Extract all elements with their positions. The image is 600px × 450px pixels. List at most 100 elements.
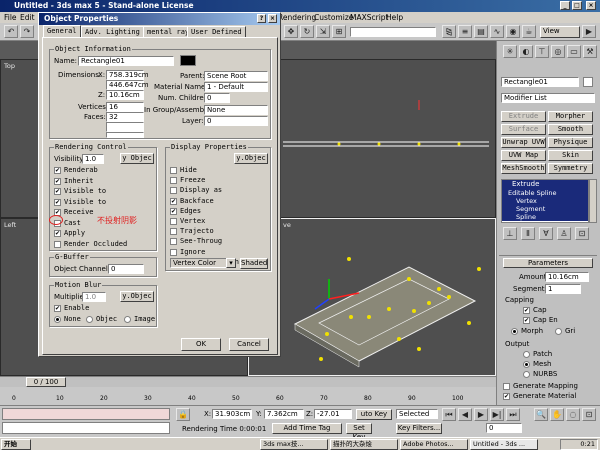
play-icon[interactable]: ▶ [474,408,488,421]
blur-none-radio[interactable] [54,316,61,323]
stack-item-vertex[interactable]: Vertex [502,197,588,205]
stack-item-spline[interactable]: Spline [502,213,588,221]
modifier-stack[interactable]: Extrude Editable Spline Vertex Segment S… [501,179,589,223]
morpher-button[interactable]: Morpher [548,111,593,122]
physique-button[interactable]: Physique [548,137,593,148]
grid-radio[interactable] [555,328,562,335]
object-color-swatch[interactable] [583,77,593,87]
goto-start-icon[interactable]: ⏮ [442,408,456,421]
current-frame-field[interactable]: 0 [486,423,522,433]
vertex-color-dropdown[interactable]: Vertex Color [170,258,232,268]
utilities-tab-icon[interactable]: ⚒ [583,45,597,58]
display-option-checkbox[interactable] [170,248,177,256]
create-tab-icon[interactable]: ✳ [503,45,517,58]
cap-start-checkbox[interactable]: ✔ [523,307,530,314]
hierarchy-tab-icon[interactable]: ⊤ [535,45,549,58]
display-by-object-button[interactable]: y.Objec [234,153,268,164]
unwrap-uvw-button[interactable]: Unwrap UVW [501,137,546,148]
blur-object-radio[interactable] [86,316,93,323]
select-scale-icon[interactable]: ⇲ [316,25,330,38]
coordinate-icon[interactable]: ⊞ [332,25,346,38]
skin-button[interactable]: Skin [548,150,593,161]
track-bar[interactable]: 0 10 20 30 40 50 60 70 80 90 100 [0,387,496,405]
render-icon[interactable]: ☕ [522,25,536,38]
object-color-swatch-dialog[interactable] [180,55,196,66]
multiplier-field[interactable]: 1.0 [82,292,106,302]
amount-field[interactable]: 10.16cm [545,272,589,282]
curve-editor-icon[interactable]: ∿ [490,25,504,38]
segments-field[interactable]: 1 [545,284,581,294]
dialog-close-icon[interactable]: × [268,14,277,23]
auto-key-button[interactable]: uto Key [356,409,392,420]
cancel-button[interactable]: Cancel [229,338,269,351]
close-button[interactable]: × [586,1,596,10]
generate-material-checkbox[interactable]: ✔ [503,393,510,400]
remove-modifier-icon[interactable]: ♙ [557,227,571,240]
display-option-checkbox[interactable] [170,228,177,236]
render-option-checkbox[interactable]: ✔ [54,230,61,237]
orbit-icon[interactable]: ◌ [566,408,580,421]
morph-radio[interactable] [511,328,518,335]
display-option-checkbox[interactable] [170,167,177,174]
render-option-checkbox[interactable]: ✔ [54,198,61,206]
cap-end-checkbox[interactable]: ✔ [523,317,530,324]
surface-button[interactable]: Surface [501,124,546,135]
time-slider-thumb[interactable]: 0 / 100 [26,377,66,387]
blur-image-radio[interactable] [124,316,131,323]
shaded-button[interactable]: Shaded [240,258,268,269]
tab-adv-lighting[interactable]: Adv. Lighting [81,26,144,37]
render-option-checkbox[interactable]: ✔ [54,167,61,174]
tab-general[interactable]: General [43,25,81,37]
motion-tab-icon[interactable]: ◎ [551,45,565,58]
ok-button[interactable]: OK [181,338,221,351]
undo-icon[interactable]: ↶ [4,25,18,38]
tab-user-defined[interactable]: User Defined [187,26,246,37]
object-name-field[interactable]: Rectangle01 [501,77,579,87]
visibility-field[interactable]: 1.0 [82,154,104,164]
next-frame-icon[interactable]: ▶| [490,408,504,421]
rendering-by-object-button[interactable]: y Objec [120,153,154,164]
mirror-icon[interactable]: ⧎ [442,25,456,38]
stack-item-segment[interactable]: Segment [502,205,588,213]
show-end-result-icon[interactable]: Ⅱ [521,227,535,240]
redo-icon[interactable]: ↷ [20,25,34,38]
parameters-header[interactable]: Parameters [503,258,593,268]
menu-edit[interactable]: Edit [20,12,35,23]
smooth-button[interactable]: Smooth [548,124,593,135]
display-option-checkbox[interactable] [170,238,177,246]
maximize-viewport-icon[interactable]: ⊡ [582,408,596,421]
pin-stack-icon[interactable]: ⊥ [503,227,517,240]
tab-mental-ray[interactable]: mental ray [143,26,194,37]
viewport-front[interactable] [248,59,496,218]
modify-tab-icon[interactable]: ◐ [519,45,533,58]
pan-icon[interactable]: ✋ [550,408,564,421]
quick-render-icon[interactable]: ▶ [582,25,596,38]
start-button[interactable]: 开始 [1,439,31,450]
menu-file[interactable]: File [4,12,17,23]
lock-selection-icon[interactable]: 🔒 [176,408,190,421]
configure-sets-icon[interactable]: ⊡ [575,227,589,240]
stack-item-editable-spline[interactable]: Editable Spline [502,189,588,197]
render-option-checkbox[interactable]: ✔ [54,188,61,195]
display-option-checkbox[interactable] [170,177,177,185]
uvw-map-button[interactable]: UVW Map [501,150,546,161]
x-coordinate-field[interactable]: 31.903cm [212,409,252,419]
taskbar-item-3[interactable]: Adobe Photos... [400,439,468,450]
taskbar-item-2[interactable]: 描扑的大杂烩 [330,439,398,450]
render-option-checkbox[interactable]: ✔ [54,177,61,185]
taskbar-item-4[interactable]: Untitled - 3ds ... [470,439,538,450]
render-option-checkbox[interactable] [54,240,61,248]
object-name-input[interactable]: Rectangle01 [78,56,174,66]
select-rotate-icon[interactable]: ↻ [300,25,314,38]
display-tab-icon[interactable]: ▭ [567,45,581,58]
generate-mapping-checkbox[interactable] [503,383,510,390]
stack-item-extrude[interactable]: Extrude [502,180,588,189]
make-unique-icon[interactable]: ∀ [539,227,553,240]
align-icon[interactable]: ≡ [458,25,472,38]
time-slider[interactable]: 0 / 100 [0,376,496,387]
motion-blur-by-object-button[interactable]: y.Objec [120,291,154,302]
goto-end-icon[interactable]: ⏭ [506,408,520,421]
stack-scrollbar[interactable] [589,179,597,223]
patch-radio[interactable] [523,351,530,358]
motion-blur-enable-checkbox[interactable]: ✔ [54,305,61,312]
